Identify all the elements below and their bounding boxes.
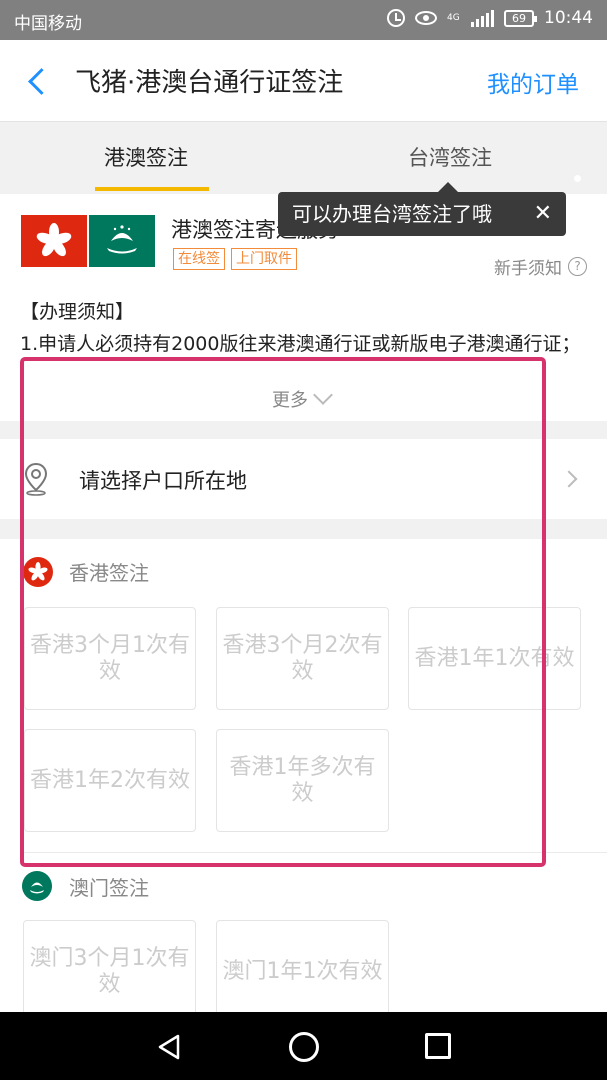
- tab-hk-macau-visa[interactable]: 港澳签注: [104, 142, 188, 172]
- section-divider: [20, 852, 607, 853]
- hong-kong-section-title: 香港签注: [69, 561, 149, 585]
- signal-icon: [471, 9, 494, 27]
- beginner-guide-link[interactable]: 新手须知 ?: [494, 254, 587, 279]
- notice-text: 1.申请人必须持有2000版往来港澳通行证或新版电子港澳通行证；: [20, 333, 581, 355]
- close-icon[interactable]: ✕: [534, 192, 552, 236]
- visa-option-hk-1y-multi[interactable]: 香港1年多次有效: [216, 729, 389, 832]
- carrier-name: 中国移动: [14, 14, 82, 34]
- tooltip-text: 可以办理台湾签注了哦: [292, 202, 492, 226]
- alarm-icon: [387, 9, 405, 27]
- page-title: 飞猪·港澳台通行证签注: [75, 68, 344, 98]
- visa-option-hk-1y-1x[interactable]: 香港1年1次有效: [408, 607, 581, 710]
- system-home-icon[interactable]: [289, 1032, 319, 1062]
- service-badges: 在线签 上门取件: [173, 248, 297, 270]
- chevron-down-icon: [313, 385, 333, 405]
- macau-section-title: 澳门签注: [69, 876, 149, 900]
- hong-kong-emblem-icon: [23, 557, 53, 587]
- residence-selector[interactable]: 请选择户口所在地: [0, 439, 607, 519]
- visa-option-hk-3m-1x[interactable]: 香港3个月1次有效: [24, 607, 196, 710]
- visa-option-mo-1y-1x[interactable]: 澳门1年1次有效: [216, 920, 389, 1023]
- residence-label: 请选择户口所在地: [79, 469, 247, 493]
- question-icon: ?: [568, 257, 587, 276]
- active-tab-indicator: [95, 187, 209, 191]
- visa-option-mo-3m-1x[interactable]: 澳门3个月1次有效: [23, 920, 196, 1023]
- back-icon[interactable]: [26, 68, 46, 94]
- badge-door-pickup: 上门取件: [231, 248, 297, 270]
- chevron-right-icon: [560, 470, 578, 488]
- system-back-icon[interactable]: [156, 1034, 182, 1060]
- battery-icon: 69: [504, 9, 537, 27]
- section-spacer: [0, 519, 607, 539]
- taiwan-visa-tooltip: 可以办理台湾签注了哦 ✕: [278, 182, 566, 236]
- macau-emblem-icon: [22, 871, 52, 901]
- more-label: 更多: [272, 390, 308, 411]
- my-orders-link[interactable]: 我的订单: [487, 65, 579, 99]
- network-type-label: 4G: [447, 12, 460, 23]
- more-toggle[interactable]: 更多: [272, 385, 333, 412]
- hong-kong-flag-icon: [21, 215, 87, 267]
- status-icons: 4G 69 10:44: [387, 8, 593, 28]
- system-recent-apps-icon[interactable]: [425, 1033, 451, 1059]
- navigation-bar: 飞猪·港澳台通行证签注 我的订单: [0, 40, 607, 122]
- visa-option-hk-1y-2x[interactable]: 香港1年2次有效: [24, 729, 196, 832]
- section-spacer: [0, 421, 607, 439]
- status-bar: 中国移动 4G 69 10:44: [0, 0, 607, 40]
- indicator-dot: [574, 175, 581, 182]
- location-pin-icon: [24, 462, 48, 496]
- badge-online-visa: 在线签: [173, 248, 225, 270]
- visa-option-hk-3m-2x[interactable]: 香港3个月2次有效: [216, 607, 389, 710]
- tab-taiwan-visa[interactable]: 台湾签注: [408, 142, 492, 172]
- clock: 10:44: [544, 8, 593, 28]
- macau-flag-icon: [89, 215, 155, 267]
- eye-comfort-icon: [415, 11, 437, 25]
- tab-bar: 港澳签注 台湾签注: [0, 122, 607, 194]
- notice-title: 【办理须知】: [20, 301, 135, 323]
- system-navigation-bar: [0, 1012, 607, 1080]
- guide-label: 新手须知: [494, 259, 562, 279]
